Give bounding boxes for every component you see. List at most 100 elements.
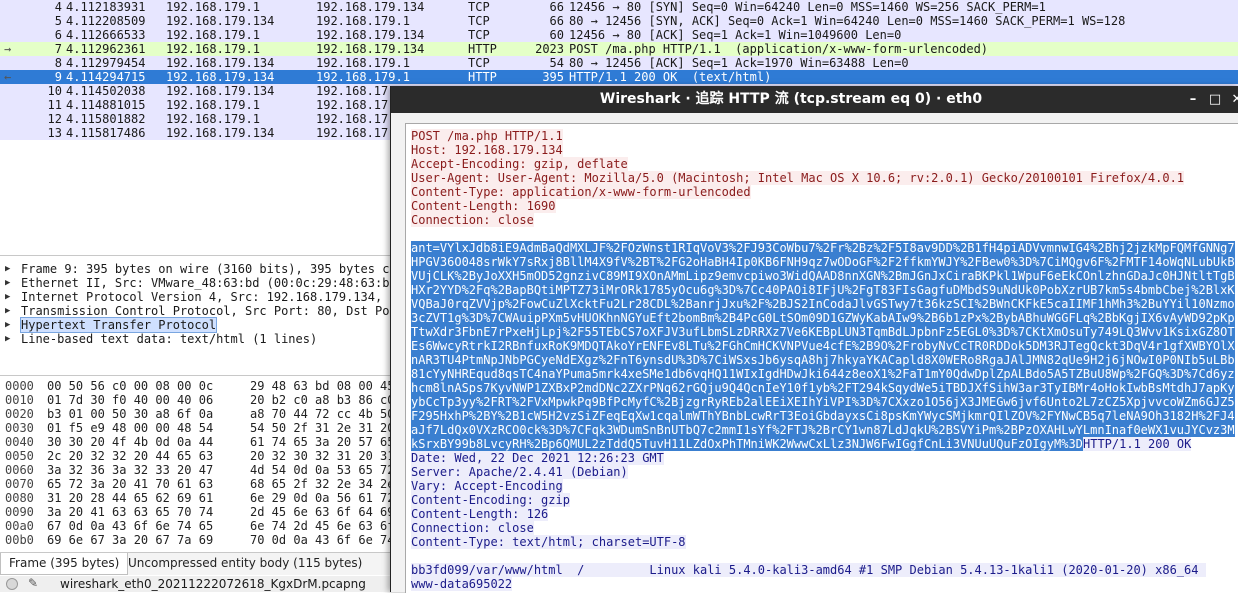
packet-row[interactable]: → 7 4.112962361 192.168.179.1 192.168.179.13… — [0, 42, 1238, 56]
hex-offset: 0010 — [5, 393, 34, 407]
packet-length: 54 — [549, 56, 564, 70]
packet-protocol: HTTP — [468, 42, 497, 56]
request-body-line: nAR3TU4PtmNpJNbPGCyeNdEXgz%2FnT6ynsdU%3D… — [411, 353, 1235, 367]
packet-length: 2023 — [535, 42, 564, 56]
expand-arrow-icon[interactable]: ▶ — [5, 304, 10, 318]
packet-protocol: TCP — [468, 56, 490, 70]
packet-row[interactable]: 4 4.112183931 192.168.179.1 192.168.179.134… — [0, 0, 1238, 14]
packet-destination: 192.168.179.134 — [316, 0, 425, 14]
response-status-line: HTTP/1.1 200 OK — [1083, 437, 1192, 451]
packet-row[interactable]: 5 4.112208509 192.168.179.134 192.168.179.1… — [0, 14, 1238, 28]
packet-protocol: TCP — [468, 28, 490, 42]
detail-tree-label: Hypertext Transfer Protocol — [19, 317, 218, 333]
bytes-tab-bar: Frame (395 bytes) Uncompressed entity bo… — [0, 552, 392, 575]
request-body-line: HPGV36O048srWkY7sRxj8BllM4X9fV%2BT%2FG2o… — [411, 255, 1235, 269]
packet-row[interactable]: 6 4.112666533 192.168.179.1 192.168.179.134… — [0, 28, 1238, 42]
packet-number: 7 — [54, 42, 62, 56]
packet-time: 4.114294715 — [66, 70, 146, 84]
packet-info: POST /ma.php HTTP/1.1 (application/x-www… — [569, 42, 989, 56]
expand-arrow-icon[interactable]: ▶ — [5, 332, 10, 346]
request-body-line: Es6WwcyRtrkI2RBnfuxRoK9MDQTAkoYrENFEv8LT… — [411, 339, 1235, 353]
expand-arrow-icon[interactable]: ▶ — [5, 276, 10, 290]
status-bar: ✎ wireshark_eth0_20211222072618_KgxDrM.p… — [0, 576, 392, 592]
packet-protocol: TCP — [468, 14, 490, 28]
hex-bytes-group: 6e 29 0d 0a 56 61 72 79 — [250, 491, 392, 505]
request-header-line: POST /ma.php HTTP/1.1 — [411, 129, 563, 143]
response-header-line: Content-Type: text/html; charset=UTF-8 — [411, 535, 686, 549]
hex-bytes-group: 31 20 28 44 65 62 69 61 — [47, 491, 214, 505]
expand-arrow-icon[interactable]: ▶ — [5, 318, 10, 332]
hex-bytes-group: 6e 74 2d 45 6e 63 6f 64 — [250, 519, 392, 533]
detail-tree-item[interactable]: ▶ Ethernet II, Src: VMware_48:63:bd (00:0… — [0, 276, 392, 290]
packet-length: 66 — [549, 14, 564, 28]
dialog-titlebar[interactable]: Wireshark · 追踪 HTTP 流 (tcp.stream eq 0) … — [391, 86, 1238, 113]
hex-offset: 0040 — [5, 435, 34, 449]
packet-destination: 192.168.179.1 — [316, 14, 410, 28]
request-body-line: VUjCLK%2ByJoXXH5mOD52gnzivC89MI9XOnAMmLi… — [411, 269, 1235, 283]
stream-content-pane[interactable]: POST /ma.php HTTP/1.1 Host: 192.168.179.1… — [405, 123, 1238, 593]
packet-row[interactable]: ← 9 4.114294715 192.168.179.134 192.168.179.… — [0, 70, 1238, 84]
packet-details-tree[interactable]: ▶ Frame 9: 395 bytes on wire (3160 bits),… — [0, 262, 392, 374]
packet-row[interactable]: 8 4.112979454 192.168.179.134 192.168.179.1… — [0, 56, 1238, 70]
request-body-line: hcm8lnASps7KyvNWP1ZXBxP2mdDNc2ZXrPNq62rG… — [411, 381, 1235, 395]
detail-tree-label: Ethernet II, Src: VMware_48:63:bd (00:0c… — [21, 276, 392, 290]
packet-info: HTTP/1.1 200 OK (text/html) — [569, 70, 772, 84]
packet-source: 192.168.179.1 — [166, 112, 260, 126]
detail-tree-label: Frame 9: 395 bytes on wire (3160 bits), … — [21, 262, 392, 276]
edit-comment-icon[interactable]: ✎ — [28, 576, 38, 590]
request-header-line: Connection: close — [411, 213, 534, 227]
tab-uncompressed-entity-body[interactable]: Uncompressed entity body (115 bytes) — [120, 553, 370, 574]
detail-tree-label: Internet Protocol Version 4, Src: 192.16… — [21, 290, 392, 304]
response-body-line: www-data695022 — [411, 577, 513, 591]
minimize-button[interactable]: – — [1183, 86, 1203, 113]
tab-frame-bytes[interactable]: Frame (395 bytes) — [0, 553, 129, 575]
hex-offset: 0000 — [5, 379, 34, 393]
request-header-line: Accept-Encoding: gzip, deflate — [411, 157, 628, 171]
detail-tree-item[interactable]: ▶ Line-based text data: text/html (1 line… — [0, 332, 392, 346]
maximize-button[interactable]: □ — [1205, 86, 1225, 113]
hex-bytes-group: 54 50 2f 31 2e 31 20 32 — [250, 421, 392, 435]
packet-protocol: HTTP — [468, 70, 497, 84]
pane-divider-2[interactable] — [0, 375, 392, 376]
packet-bytes-hex[interactable]: 0000 00 50 56 c0 00 08 00 0c 29 48 63 bd 0… — [0, 379, 392, 549]
request-body-line: aJf7LdQx0VXzRCO0ck%3D%7CFqk3WDumSnBnUTbQ… — [411, 423, 1235, 437]
hex-bytes-group: 2c 20 32 32 20 44 65 63 — [47, 449, 214, 463]
hex-offset: 0090 — [5, 505, 34, 519]
hex-offset: 0050 — [5, 449, 34, 463]
hex-bytes-group: 00 50 56 c0 00 08 00 0c — [47, 379, 214, 393]
response-header-line: Connection: close — [411, 521, 534, 535]
response-body-line: bb3fd099/var/www/html / Linux kali 5.4.0… — [411, 563, 1206, 577]
packet-source: 192.168.179.134 — [166, 14, 275, 28]
detail-tree-item[interactable]: ▶ Hypertext Transfer Protocol — [0, 317, 392, 333]
packet-source: 192.168.179.134 — [166, 70, 275, 84]
hex-bytes-group: 61 74 65 3a 20 57 65 64 — [250, 435, 392, 449]
packet-destination: 192.168.17 — [316, 98, 389, 112]
dialog-title: Wireshark · 追踪 HTTP 流 (tcp.stream eq 0) … — [599, 91, 983, 107]
hex-bytes-group: 67 0d 0a 43 6f 6e 74 65 — [47, 519, 214, 533]
hex-bytes-group: 65 72 3a 20 41 70 61 63 — [47, 477, 214, 491]
packet-source: 192.168.179.134 — [166, 126, 275, 140]
hex-bytes-group: a8 70 44 72 cc 4b 50 18 — [250, 407, 392, 421]
request-body-line: 3cZVT1g%3D%7CWAuipPXm5vHUOKhnNGYuEft2bom… — [411, 311, 1235, 325]
close-button[interactable]: ✕ — [1227, 86, 1238, 113]
hex-bytes-group: 01 7d 30 f0 40 00 40 06 — [47, 393, 214, 407]
pane-divider[interactable] — [0, 255, 392, 256]
detail-tree-label: Transmission Control Protocol, Src Port:… — [21, 304, 390, 318]
detail-tree-item[interactable]: ▶ Transmission Control Protocol, Src Port… — [0, 304, 392, 318]
packet-source: 192.168.179.1 — [166, 28, 260, 42]
packet-destination: 192.168.179.134 — [316, 42, 425, 56]
request-header-line: Content-Type: application/x-www-form-url… — [411, 185, 751, 199]
expand-arrow-icon[interactable]: ▶ — [5, 262, 10, 276]
hex-bytes-group: 29 48 63 bd 08 00 45 00 — [250, 379, 392, 393]
request-body-line: VQBaJ0rqZVVjp%2FowCuZlXcktFu2Lr28CDL%2Ba… — [411, 297, 1235, 311]
packet-source: 192.168.179.1 — [166, 98, 260, 112]
hex-offset: 0030 — [5, 421, 34, 435]
packet-time: 4.112979454 — [66, 56, 146, 70]
expand-arrow-icon[interactable]: ▶ — [5, 290, 10, 304]
detail-tree-item[interactable]: ▶ Internet Protocol Version 4, Src: 192.1… — [0, 290, 392, 304]
packet-source: 192.168.179.1 — [166, 42, 260, 56]
packet-info: 12456 → 80 [ACK] Seq=1 Ack=1 Win=1049600… — [569, 28, 902, 42]
status-ready-icon[interactable] — [6, 578, 18, 590]
detail-tree-item[interactable]: ▶ Frame 9: 395 bytes on wire (3160 bits),… — [0, 262, 392, 276]
packet-number: 6 — [54, 28, 62, 42]
